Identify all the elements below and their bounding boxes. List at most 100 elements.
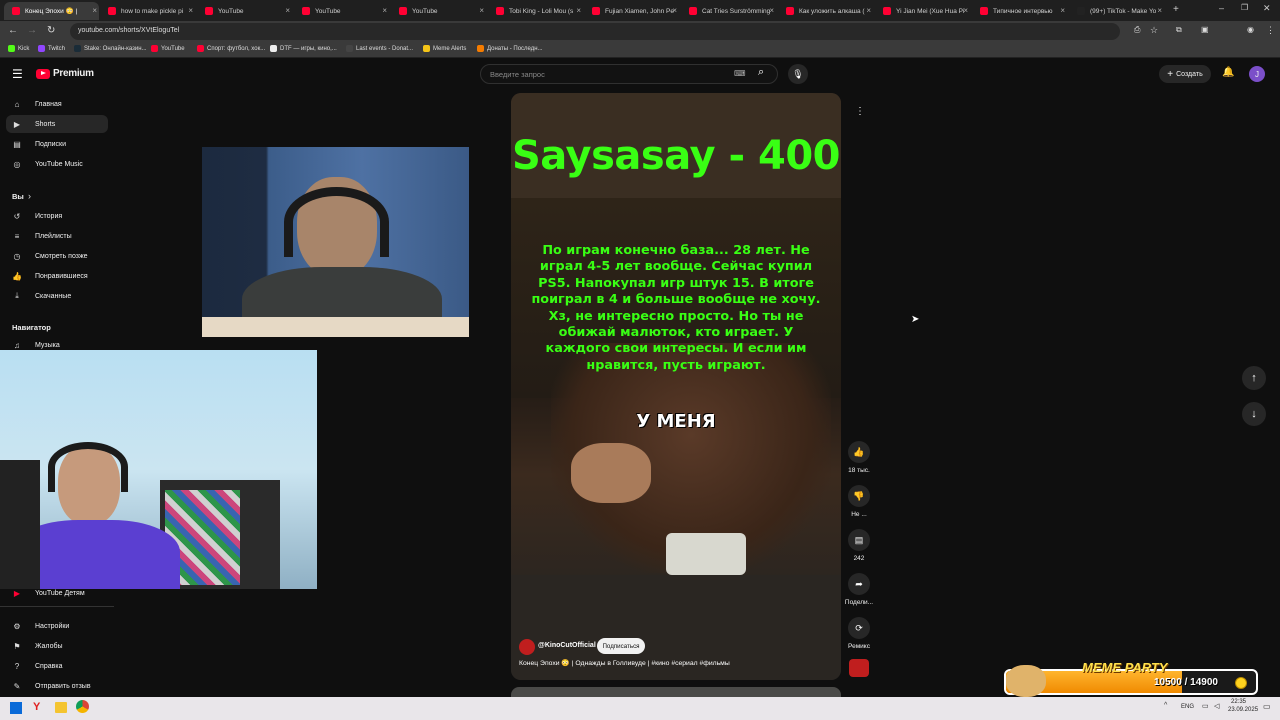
playlists-icon: ≡ xyxy=(14,231,20,241)
menu-dots-icon[interactable]: ⋮ xyxy=(1266,25,1275,36)
bookmark-item[interactable]: Спорт: футбол, хок... xyxy=(197,45,265,52)
forward-icon[interactable]: → xyxy=(27,25,37,36)
browser-tab[interactable]: Типичное интервью × xyxy=(972,2,1067,20)
subscribe-button[interactable]: Подписаться xyxy=(597,638,645,654)
search-icon[interactable]: ⌕ xyxy=(758,66,764,79)
tab-close-icon[interactable]: × xyxy=(382,6,387,15)
channel-name[interactable]: @KinoCutOfficial xyxy=(538,642,596,649)
browser-tab[interactable]: YouTube × xyxy=(391,2,486,20)
remix-button[interactable]: ⟳ xyxy=(848,617,870,639)
sidebar-item-watch-later[interactable]: ◷ Смотреть позже xyxy=(6,247,108,265)
network-icon[interactable]: ▭ xyxy=(1202,702,1209,710)
url-text: youtube.com/shorts/XVtEloguTel xyxy=(78,27,180,34)
youtube-premium-logo[interactable]: Premium xyxy=(36,68,94,79)
browser-tab[interactable]: Yi Jian Mei (Xue Hua Pi × xyxy=(875,2,970,20)
bookmark-item[interactable]: DTF — игры, кино,... xyxy=(270,45,337,52)
windows-start-icon[interactable] xyxy=(10,702,22,714)
bookmark-item[interactable]: Meme Alerts xyxy=(423,45,466,52)
video-description[interactable]: Конец Эпохи 😳 | Однажды в Голливуде | #к… xyxy=(519,659,730,667)
install-icon[interactable]: ⎙ xyxy=(1134,25,1140,35)
browser-tab[interactable]: YouTube × xyxy=(294,2,389,20)
keyboard-icon[interactable]: ⌨ xyxy=(734,69,746,78)
new-tab-icon[interactable]: + xyxy=(1173,4,1179,15)
profile-icon[interactable]: ◉ xyxy=(1247,25,1254,34)
browser-tab[interactable]: Cat Tries Surströmming × xyxy=(681,2,776,20)
browser-tab[interactable]: Tobi King - Loli Mou (s × xyxy=(488,2,583,20)
like-button[interactable]: 👍 xyxy=(848,441,870,463)
chrome-icon[interactable] xyxy=(76,700,89,713)
sidebar-item-help[interactable]: ? Справка xyxy=(6,657,108,675)
browser-tab[interactable]: Как уложить алкаша (× xyxy=(778,2,873,20)
url-input[interactable]: youtube.com/shorts/XVtEloguTel xyxy=(70,23,1120,40)
more-options-icon[interactable]: ⋮ xyxy=(855,106,865,117)
tab-close-icon[interactable]: × xyxy=(672,6,677,15)
sidebar-item-liked[interactable]: 👍 Понравившиеся xyxy=(6,267,108,285)
tab-close-icon[interactable]: × xyxy=(769,6,774,15)
tab-favicon-icon xyxy=(12,7,20,15)
bookmark-item[interactable]: Донаты - Последн... xyxy=(477,45,543,52)
sidebar-item-downloads[interactable]: ⤓ Скачанные xyxy=(6,287,108,305)
create-button[interactable]: + Создать xyxy=(1159,65,1211,83)
sidebar-item-playlists[interactable]: ≡ Плейлисты xyxy=(6,227,108,245)
sidebar-item-settings[interactable]: ⚙ Настройки xyxy=(6,617,108,635)
browser-tab[interactable]: YouTube × xyxy=(197,2,292,20)
donation-goal-widget: MEME PARTY 10500 / 14900 xyxy=(1002,660,1260,697)
comments-button[interactable]: ▤ xyxy=(848,529,870,551)
sidebar-item-subscriptions[interactable]: ▤ Подписки xyxy=(6,135,108,153)
sidebar-item-shorts[interactable]: ▶ Shorts xyxy=(6,115,108,133)
dislike-button[interactable]: 👎 xyxy=(848,485,870,507)
chevron-right-icon[interactable]: › xyxy=(28,191,31,201)
sidepanel-icon[interactable]: ▣ xyxy=(1201,25,1209,34)
clock-date[interactable]: 23.09.2025 xyxy=(1228,707,1258,713)
browser-tab[interactable]: how to make pickle pi × xyxy=(100,2,195,20)
sidebar-item-feedback[interactable]: ✎ Отправить отзыв xyxy=(6,677,108,695)
back-icon[interactable]: ← xyxy=(8,25,18,36)
tab-close-icon[interactable]: × xyxy=(92,6,97,15)
tab-close-icon[interactable]: × xyxy=(285,6,290,15)
bookmark-item[interactable]: Stake: Онлайн-казин... xyxy=(74,45,147,52)
shorts-video-player[interactable]: Saysasay - 400 По играм конечно база... … xyxy=(511,93,841,680)
sidebar-item-home[interactable]: ⌂ Главная xyxy=(6,95,108,113)
voice-search-button[interactable]: 🎙 xyxy=(788,64,808,84)
tab-close-icon[interactable]: × xyxy=(576,6,581,15)
tab-close-icon[interactable]: × xyxy=(866,6,871,15)
bookmark-star-icon[interactable]: ☆ xyxy=(1150,25,1158,36)
clock-time[interactable]: 22:35 xyxy=(1231,699,1246,705)
language-indicator[interactable]: ENG xyxy=(1181,704,1194,710)
notification-center-icon[interactable]: ▭ xyxy=(1263,702,1271,711)
tab-close-icon[interactable]: × xyxy=(1060,6,1065,15)
browser-tab[interactable]: (99+) TikTok - Make Yo × xyxy=(1069,2,1164,20)
channel-avatar[interactable] xyxy=(519,639,535,655)
next-short-button[interactable]: ↓ xyxy=(1242,402,1266,426)
file-explorer-icon[interactable] xyxy=(55,702,67,713)
maximize-icon[interactable]: ❐ xyxy=(1241,3,1248,12)
extensions-icon[interactable]: ⧉ xyxy=(1176,25,1182,35)
minimize-icon[interactable]: – xyxy=(1219,3,1224,13)
sidebar-section-you[interactable]: Вы xyxy=(12,192,24,201)
bookmark-item[interactable]: Kick xyxy=(8,45,29,52)
reload-icon[interactable]: ↻ xyxy=(47,25,55,36)
tray-chevron-icon[interactable]: ^ xyxy=(1164,702,1167,709)
previous-short-button[interactable]: ↑ xyxy=(1242,366,1266,390)
bookmark-item[interactable]: Last events - Donat... xyxy=(346,45,413,52)
hamburger-menu-icon[interactable]: ☰ xyxy=(12,67,23,81)
notifications-bell-icon[interactable]: 🔔 xyxy=(1222,67,1234,78)
avatar[interactable]: J xyxy=(1249,66,1265,82)
sidebar-item-report[interactable]: ⚑ Жалобы xyxy=(6,637,108,655)
volume-icon[interactable]: ◁ xyxy=(1214,702,1219,710)
tab-close-icon[interactable]: × xyxy=(1157,6,1162,15)
next-short-preview[interactable] xyxy=(511,687,841,697)
sidebar-item-history[interactable]: ↺ История xyxy=(6,207,108,225)
bookmark-item[interactable]: Twitch xyxy=(38,45,65,52)
bookmark-item[interactable]: YouTube xyxy=(151,45,185,52)
yandex-browser-icon[interactable]: Y xyxy=(33,701,40,713)
close-window-icon[interactable]: ✕ xyxy=(1263,3,1271,14)
sidebar-item-youtube-music[interactable]: ◎ YouTube Music xyxy=(6,155,108,173)
audio-thumbnail[interactable] xyxy=(849,659,869,677)
browser-tab[interactable]: Fujian Xiamen, John Pe × xyxy=(584,2,679,20)
share-button[interactable]: ➦ xyxy=(848,573,870,595)
tab-close-icon[interactable]: × xyxy=(479,6,484,15)
tab-close-icon[interactable]: × xyxy=(963,6,968,15)
tab-close-icon[interactable]: × xyxy=(188,6,193,15)
browser-tab[interactable]: Конец Эпохи 😳 | × xyxy=(4,2,99,20)
